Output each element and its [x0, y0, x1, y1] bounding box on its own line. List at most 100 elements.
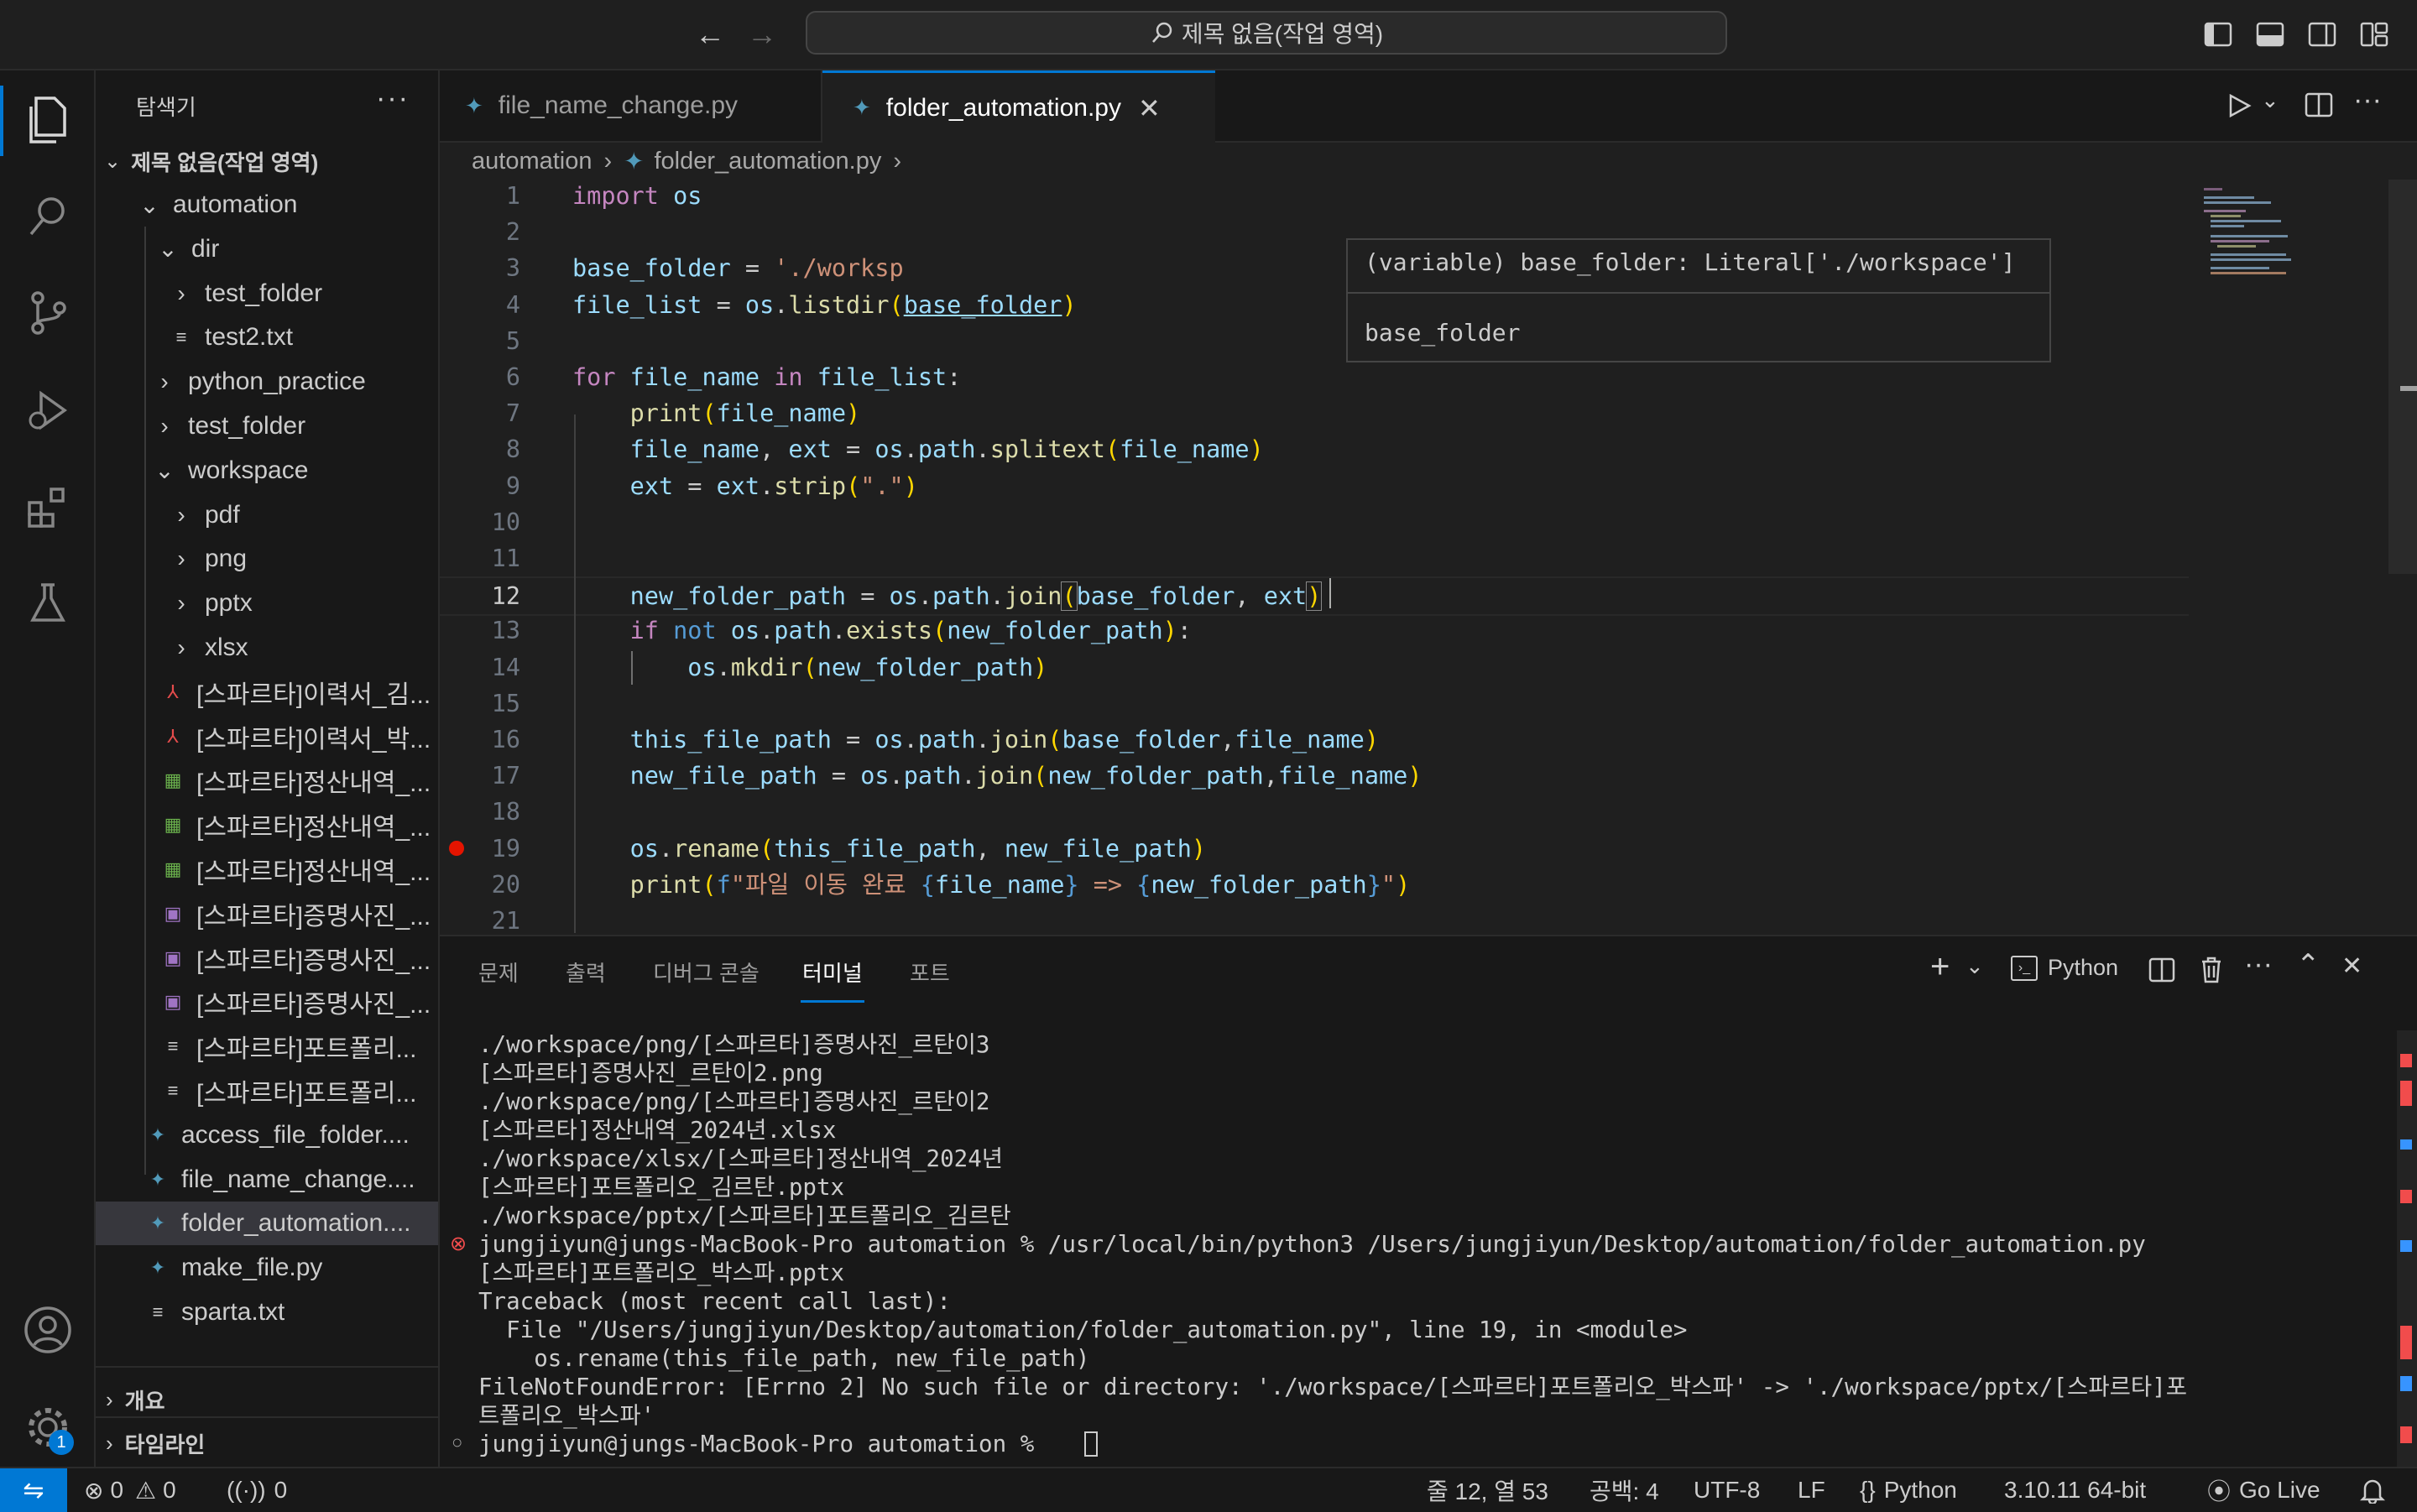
terminal-scrollbar[interactable] [2397, 1030, 2417, 1467]
run-debug-icon[interactable] [18, 381, 77, 440]
code-line[interactable]: 8 file_name, ext = os.path.splitext(file… [440, 431, 2202, 467]
remote-indicator[interactable]: ⇋ [0, 1468, 67, 1512]
cursor-position[interactable]: 줄 12, 열 53 [1427, 1468, 1548, 1512]
editor-more-actions-icon[interactable]: ··· [2353, 84, 2382, 117]
tab-debug-console[interactable]: 디버그 콘솔 [653, 957, 760, 988]
tree-item[interactable]: ⌄ automation [96, 183, 438, 227]
indentation[interactable]: 공백: 4 [1590, 1468, 1659, 1512]
back-arrow-icon[interactable]: ← [695, 17, 725, 52]
toggle-primary-sidebar-icon[interactable] [2204, 22, 2232, 47]
command-center-search[interactable]: 제목 없음(작업 영역) [806, 11, 1727, 55]
source-control-icon[interactable] [18, 284, 77, 342]
accounts-icon[interactable] [18, 1301, 77, 1359]
terminal-profile[interactable]: ›_ Python [2011, 955, 2118, 981]
code-line[interactable]: 13 if not os.path.exists(new_folder_path… [440, 613, 2202, 649]
close-icon[interactable]: ✕ [1138, 92, 1161, 124]
code-line[interactable]: 10 [440, 504, 2202, 540]
run-python-file-icon[interactable] [2226, 92, 2253, 119]
tree-item[interactable]: ✦ access_file_folder.... [96, 1113, 438, 1157]
tree-item[interactable]: › png [96, 537, 438, 581]
go-live-button[interactable]: ⦿ Go Live [2207, 1468, 2320, 1512]
tree-item[interactable]: ≡ [스파르타]포트폴리... [96, 1025, 438, 1068]
tree-item[interactable]: ▣ [스파르타]증명사진_... [96, 980, 438, 1024]
forward-arrow-icon[interactable]: → [747, 17, 777, 52]
code-line[interactable]: 17 new_file_path = os.path.join(new_fold… [440, 758, 2202, 794]
manage-gear-icon[interactable]: 1 [18, 1398, 77, 1457]
close-panel-icon[interactable]: ✕ [2341, 952, 2362, 981]
workspace-header[interactable]: ⌄ 제목 없음(작업 영역) [96, 139, 438, 183]
terminal-output[interactable]: ./workspace/png/[스파르타]증명사진_르탄이3 [스파르타]증명사… [478, 1030, 2375, 1458]
tree-item[interactable]: ≡ test2.txt [96, 315, 438, 359]
tree-item[interactable]: ✦ folder_automation.... [96, 1202, 438, 1246]
end-of-line[interactable]: LF [1798, 1468, 1825, 1512]
tree-item[interactable]: ▦ [스파르타]정산내역_... [96, 847, 438, 891]
tree-item[interactable]: ▦ [스파르타]정산내역_... [96, 759, 438, 802]
tree-item[interactable]: ⅄ [스파르타]이력서_박... [96, 715, 438, 759]
breadcrumb-file[interactable]: folder_automation.py [654, 148, 881, 175]
customize-layout-icon[interactable] [2360, 22, 2388, 47]
tree-item[interactable]: › pdf [96, 493, 438, 537]
split-terminal-icon[interactable] [2148, 957, 2175, 983]
tree-item[interactable]: › test_folder [96, 272, 438, 315]
editor-scrollbar[interactable] [2388, 180, 2417, 574]
tab-terminal[interactable]: 터미널 [802, 957, 863, 988]
minimap[interactable] [2195, 180, 2330, 347]
toggle-panel-icon[interactable] [2256, 22, 2284, 47]
tab-output[interactable]: 출력 [566, 957, 606, 988]
chevron-down-icon[interactable]: ⌄ [1965, 953, 1984, 979]
code-line[interactable]: 14 os.mkdir(new_folder_path) [440, 649, 2202, 686]
notifications-bell-icon[interactable] [2360, 1468, 2385, 1512]
outline-section[interactable]: › 개요 [96, 1378, 438, 1421]
toggle-secondary-sidebar-icon[interactable] [2308, 22, 2336, 47]
ports-status[interactable]: ((·)) 0 [227, 1468, 287, 1512]
code-line[interactable]: 9 ext = ext.strip(".") [440, 468, 2202, 504]
code-line[interactable]: 6 for file_name in file_list: [440, 359, 2202, 395]
code-line[interactable]: 7 print(file_name) [440, 395, 2202, 431]
breadcrumb-folder[interactable]: automation [472, 148, 593, 175]
run-dropdown-chevron-icon[interactable]: ⌄ [2261, 87, 2279, 113]
tree-item[interactable]: › python_practice [96, 360, 438, 404]
code-line[interactable]: 12 new_folder_path = os.path.join(base_f… [440, 576, 2189, 617]
tree-item[interactable]: ⌄ dir [96, 227, 438, 271]
more-actions-icon[interactable]: ··· [376, 82, 410, 115]
split-editor-icon[interactable] [2305, 91, 2333, 119]
code-line[interactable]: 19 os.rename(this_file_path, new_file_pa… [440, 831, 2202, 867]
code-line[interactable]: 11 [440, 540, 2202, 576]
panel-more-actions-icon[interactable]: ··· [2244, 948, 2273, 981]
tree-item[interactable]: ▣ [스파르타]증명사진_... [96, 936, 438, 980]
maximize-panel-chevron-icon[interactable]: ⌃ [2296, 948, 2320, 982]
tab-ports[interactable]: 포트 [910, 957, 950, 988]
code-line[interactable]: 16 this_file_path = os.path.join(base_fo… [440, 722, 2202, 758]
trash-icon[interactable] [2199, 955, 2224, 983]
testing-flask-icon[interactable] [18, 574, 77, 633]
timeline-section[interactable]: › 타임라인 [96, 1421, 438, 1465]
language-mode[interactable]: {} Python [1860, 1468, 1957, 1512]
tab-problems[interactable]: 문제 [478, 957, 519, 988]
code-line[interactable]: 18 [440, 794, 2202, 830]
tree-item[interactable]: ⅄ [스파르타]이력서_김... [96, 670, 438, 714]
tree-item[interactable]: ✦ make_file.py [96, 1246, 438, 1290]
extensions-icon[interactable] [18, 478, 77, 537]
explorer-icon[interactable] [18, 91, 77, 149]
tab-folder-automation[interactable]: ✦ folder_automation.py ✕ [822, 70, 1215, 143]
tree-item[interactable]: › test_folder [96, 404, 438, 448]
tree-item[interactable]: ⌄ workspace [96, 449, 438, 493]
code-line[interactable]: 15 [440, 686, 2202, 722]
tree-item[interactable]: ✦ file_name_change.... [96, 1158, 438, 1202]
tree-item[interactable]: ≡ sparta.txt [96, 1290, 438, 1334]
tree-item[interactable]: ▣ [스파르타]증명사진_... [96, 892, 438, 936]
problems-status[interactable]: ⊗ 0 ⚠ 0 [84, 1468, 176, 1512]
tab-file-name-change[interactable]: ✦ file_name_change.py [440, 70, 822, 141]
tree-item[interactable]: › xlsx [96, 626, 438, 670]
tree-item[interactable]: › pptx [96, 581, 438, 625]
tree-item[interactable]: ▦ [스파르타]정산내역_... [96, 803, 438, 847]
code-line[interactable]: 20 print(f"파일 이동 완료 {file_name} => {new_… [440, 867, 2202, 903]
encoding[interactable]: UTF-8 [1694, 1468, 1760, 1512]
code-line[interactable]: 21 [440, 903, 2202, 933]
breakpoint-icon[interactable] [449, 840, 464, 856]
new-terminal-plus-icon[interactable]: + [1930, 948, 1950, 986]
python-interpreter[interactable]: 3.10.11 64-bit [2004, 1468, 2146, 1512]
code-line[interactable]: 1 import os [440, 178, 2202, 214]
tree-item[interactable]: ≡ [스파르타]포트폴리... [96, 1069, 438, 1113]
search-icon[interactable] [18, 186, 77, 245]
